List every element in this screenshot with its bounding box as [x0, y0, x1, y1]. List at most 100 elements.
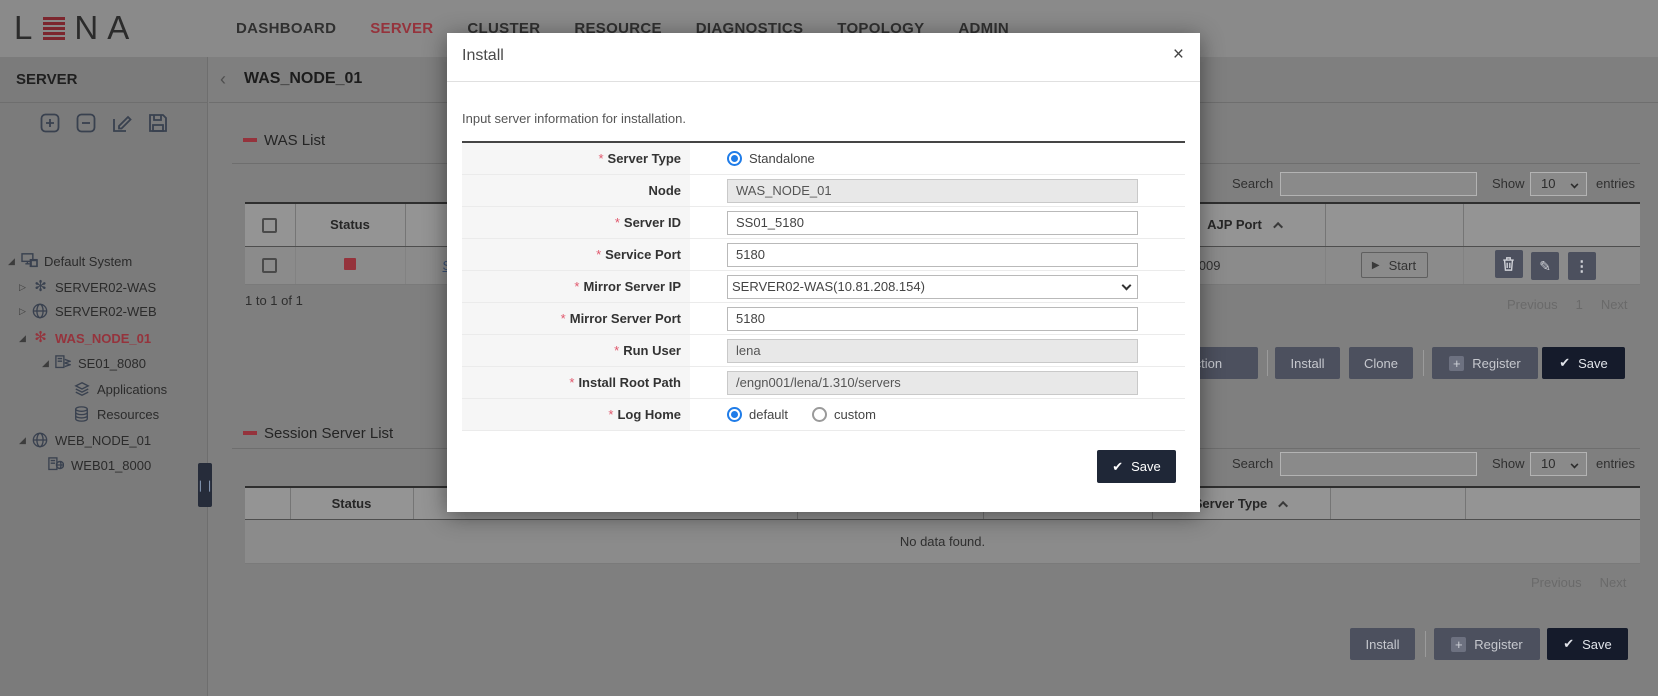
field-label: Mirror Server Port	[570, 311, 681, 326]
field-label: Log Home	[617, 407, 681, 422]
session-list-title: Session Server List	[243, 425, 393, 441]
add-node-button[interactable]	[40, 113, 60, 133]
nav-dashboard[interactable]: DASHBOARD	[236, 20, 336, 37]
server-id-field[interactable]	[727, 211, 1138, 235]
hidden-header	[1465, 487, 1640, 519]
more-actions-button[interactable]: ⋮	[1568, 252, 1596, 280]
remove-node-button[interactable]	[76, 113, 96, 133]
caret-expanded-icon[interactable]: ◢	[6, 256, 17, 267]
collapse-chevron-icon[interactable]: ‹	[220, 69, 226, 90]
mirror-server-port-field[interactable]	[727, 307, 1138, 331]
tree-item-server02-web[interactable]: ▷ SERVER02-WEB	[17, 300, 157, 322]
kebab-menu-icon: ⋮	[1574, 257, 1589, 275]
save-button[interactable]: ✔Save	[1542, 347, 1625, 379]
was-summary: 1 to 1 of 1	[245, 293, 303, 308]
start-header	[1325, 203, 1463, 246]
entries-label: entries	[1596, 456, 1635, 471]
save-tree-button[interactable]	[148, 113, 168, 133]
plus-icon: +	[1451, 637, 1466, 652]
was-list-title: WAS List	[243, 132, 325, 148]
show-label: Show	[1492, 176, 1525, 191]
server-instance-icon	[55, 355, 72, 371]
delete-button[interactable]	[1495, 250, 1523, 278]
field-label: Server Type	[608, 151, 681, 166]
was-mesh-icon: ✻	[32, 330, 49, 346]
tree-item-resources[interactable]: Resources	[74, 403, 159, 425]
nav-server[interactable]: SERVER	[370, 20, 433, 37]
clone-button[interactable]: Clone	[1349, 347, 1413, 379]
log-home-custom-radio[interactable]	[812, 407, 827, 422]
next-button[interactable]: Next	[1600, 575, 1627, 590]
form-row-server-type: *Server Type Standalone	[462, 143, 1185, 175]
tree-item-was-node-01[interactable]: ◢ ✻ WAS_NODE_01	[17, 327, 151, 349]
app-root: L N A DASHBOARD SERVER CLUSTER RESOURCE …	[0, 0, 1658, 696]
row-checkbox[interactable]	[262, 258, 277, 273]
server-instance-icon	[48, 457, 65, 473]
pencil-icon: ✎	[1539, 258, 1551, 275]
caret-collapsed-icon[interactable]: ▷	[17, 306, 28, 317]
logo-letter: N	[74, 10, 100, 46]
form-row-node: Node	[462, 175, 1185, 207]
tree-item-default-system[interactable]: ◢ Default System	[6, 250, 132, 272]
chevron-down-icon	[1571, 181, 1579, 189]
log-home-default-radio[interactable]	[727, 407, 742, 422]
tree-item-server02-was[interactable]: ▷ ✻ SERVER02-WAS	[17, 276, 156, 298]
modal-title: Install	[462, 47, 504, 65]
tree-item-web-node-01[interactable]: ◢ WEB_NODE_01	[17, 429, 151, 451]
was-page-size-select[interactable]: 10	[1530, 172, 1587, 196]
button-divider	[1423, 350, 1424, 376]
previous-button[interactable]: Previous	[1507, 297, 1558, 312]
search-label: Search	[1232, 456, 1273, 471]
register-button[interactable]: +Register	[1432, 347, 1538, 379]
caret-expanded-icon[interactable]: ◢	[17, 435, 28, 446]
service-port-field[interactable]	[727, 243, 1138, 267]
web-globe-icon	[32, 303, 49, 319]
page-number[interactable]: 1	[1576, 297, 1583, 312]
session-page-size-select[interactable]: 10	[1530, 452, 1587, 476]
start-button[interactable]: ▶Start	[1361, 252, 1428, 278]
previous-button[interactable]: Previous	[1531, 575, 1582, 590]
form-row-mirror-port: *Mirror Server Port	[462, 303, 1185, 335]
search-label: Search	[1232, 176, 1273, 191]
chevron-down-icon	[1571, 461, 1579, 469]
session-save-button[interactable]: ✔Save	[1547, 628, 1628, 660]
radio-label: Standalone	[749, 151, 815, 166]
session-register-button[interactable]: +Register	[1434, 628, 1540, 660]
sidebar-collapse-handle[interactable]: ❘❘	[198, 463, 212, 507]
tree-item-web01-8000[interactable]: WEB01_8000	[48, 454, 151, 476]
empty-row: No data found.	[245, 519, 1640, 563]
lena-logo[interactable]: L N A	[14, 10, 131, 46]
status-header[interactable]: Status	[295, 203, 405, 246]
form-row-log-home: *Log Home default custom	[462, 399, 1185, 431]
install-button[interactable]: Install	[1275, 347, 1340, 379]
next-button[interactable]: Next	[1601, 297, 1628, 312]
node-field	[727, 179, 1138, 203]
run-user-field	[727, 339, 1138, 363]
server-type-standalone-radio[interactable]	[727, 151, 742, 166]
resources-database-icon	[74, 406, 91, 422]
status-header[interactable]: Status	[290, 487, 413, 519]
modal-save-button[interactable]: ✔ Save	[1097, 450, 1176, 483]
was-search-input[interactable]	[1280, 172, 1477, 196]
show-label: Show	[1492, 456, 1525, 471]
session-install-button[interactable]: Install	[1350, 628, 1415, 660]
caret-expanded-icon[interactable]: ◢	[40, 358, 51, 369]
edit-node-button[interactable]	[112, 113, 132, 133]
field-label: Install Root Path	[578, 375, 681, 390]
mirror-server-ip-select[interactable]: SERVER02-WAS(10.81.208.154)	[727, 275, 1138, 299]
radio-label: default	[749, 407, 788, 422]
tree-item-se01-8080[interactable]: ◢ SE01_8080	[40, 352, 146, 374]
install-modal: Install × Input server information for i…	[447, 33, 1200, 512]
tree-item-applications[interactable]: Applications	[74, 378, 167, 400]
select-all-checkbox[interactable]	[262, 218, 277, 233]
session-search-input[interactable]	[1280, 452, 1477, 476]
hidden-header	[1330, 487, 1465, 519]
caret-collapsed-icon[interactable]: ▷	[17, 282, 28, 293]
form-row-install-root: *Install Root Path	[462, 367, 1185, 399]
check-icon: ✔	[1563, 636, 1574, 652]
close-icon[interactable]: ×	[1173, 44, 1184, 66]
edit-button[interactable]: ✎	[1531, 252, 1559, 280]
actions-header	[1463, 203, 1640, 246]
check-icon: ✔	[1112, 459, 1123, 475]
caret-expanded-icon[interactable]: ◢	[17, 333, 28, 344]
